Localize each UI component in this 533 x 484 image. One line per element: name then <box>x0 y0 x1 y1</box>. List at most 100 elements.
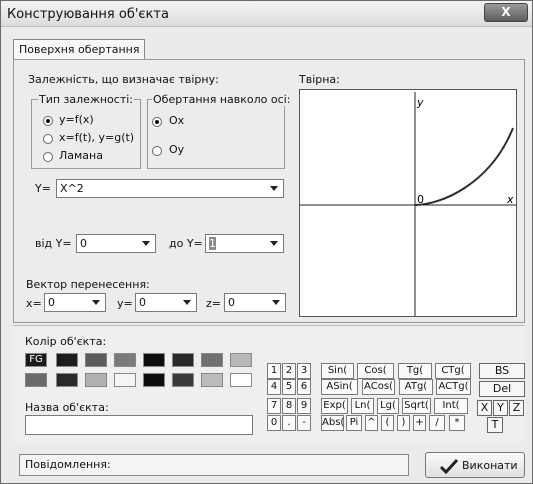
translation-x-combo[interactable]: 0 <box>44 293 106 312</box>
function-key[interactable]: * <box>449 415 465 431</box>
var-key-t[interactable]: T <box>487 417 503 433</box>
status-label: Повідомлення: <box>25 458 111 471</box>
digit-key[interactable]: 5 <box>282 379 296 395</box>
object-name-heading: Назва об'єкта: <box>25 401 109 414</box>
tab-surface-of-revolution[interactable]: Поверхня обертання <box>13 39 145 60</box>
digit-key[interactable]: 7 <box>267 398 281 414</box>
color-swatch[interactable] <box>114 373 136 387</box>
close-button[interactable]: X <box>484 3 528 22</box>
translation-y-combo[interactable]: 0 <box>135 293 197 312</box>
function-key[interactable]: Ln( <box>351 398 374 414</box>
color-swatch[interactable] <box>85 353 107 367</box>
function-key[interactable]: Sin( <box>321 363 354 379</box>
function-key[interactable]: Abs( <box>321 415 344 431</box>
radio-y-fx[interactable] <box>43 116 53 126</box>
status-box: Повідомлення: <box>19 454 409 476</box>
color-swatch[interactable] <box>230 353 252 367</box>
function-key[interactable]: Pi <box>346 415 362 431</box>
function-key[interactable]: Tg( <box>398 363 432 379</box>
digit-key[interactable]: 6 <box>297 379 311 395</box>
digit-key[interactable]: 1 <box>267 363 281 379</box>
function-key[interactable]: Lg( <box>377 398 399 414</box>
radio-axis-oy-label: Oy <box>169 143 185 156</box>
backspace-button[interactable]: BS <box>479 363 525 379</box>
check-icon <box>440 458 458 474</box>
chevron-down-icon[interactable] <box>180 295 195 310</box>
digit-key[interactable]: 8 <box>282 398 296 414</box>
digit-key[interactable]: 0 <box>267 415 281 431</box>
translation-x-value: 0 <box>48 296 55 309</box>
function-key[interactable]: ACos( <box>362 379 395 395</box>
function-key[interactable]: ATg( <box>399 379 433 395</box>
color-swatch[interactable] <box>230 373 252 387</box>
color-swatch[interactable] <box>114 353 136 367</box>
execute-label: Виконати <box>462 459 518 472</box>
function-key[interactable]: CTg( <box>435 363 471 379</box>
digit-key[interactable]: . <box>282 415 296 431</box>
generatrix-graph: y x 0 <box>299 89 517 317</box>
dialog-window: Конструювання об'єкта X Поверхня обертан… <box>0 0 533 484</box>
function-key[interactable]: ( <box>381 415 394 431</box>
color-swatch[interactable] <box>56 353 78 367</box>
chevron-down-icon[interactable] <box>89 295 104 310</box>
color-swatch[interactable] <box>85 373 107 387</box>
color-swatch[interactable] <box>201 353 223 367</box>
function-key[interactable]: Cos( <box>357 363 394 379</box>
radio-polyline-label: Ламана <box>59 149 103 162</box>
color-swatch[interactable] <box>143 373 165 387</box>
execute-button[interactable]: Виконати <box>425 452 525 478</box>
function-key[interactable]: / <box>429 415 445 431</box>
color-swatch[interactable] <box>172 353 194 367</box>
digit-key[interactable]: 3 <box>297 363 311 379</box>
to-y-label: до Y= <box>169 237 203 250</box>
color-swatch[interactable] <box>25 373 47 387</box>
graph-canvas: y x 0 <box>300 92 516 316</box>
var-key-z[interactable]: Z <box>509 400 524 416</box>
function-key[interactable]: ACTg( <box>436 379 471 395</box>
var-key-x[interactable]: X <box>477 400 492 416</box>
function-key[interactable]: Sqrt( <box>402 398 431 414</box>
var-key-y[interactable]: Y <box>493 400 508 416</box>
radio-parametric[interactable] <box>43 134 53 144</box>
digit-key[interactable]: 9 <box>297 398 311 414</box>
digit-key[interactable]: 2 <box>282 363 296 379</box>
function-key[interactable]: ) <box>397 415 410 431</box>
translation-y-label: y= <box>117 297 133 310</box>
digit-key[interactable]: - <box>297 415 311 431</box>
color-swatch[interactable] <box>143 353 165 367</box>
function-key[interactable]: + <box>413 415 426 431</box>
digit-key[interactable]: 4 <box>267 379 281 395</box>
fg-swatch[interactable]: FG <box>25 353 47 367</box>
window-title: Конструювання об'єкта <box>7 7 169 22</box>
chevron-down-icon[interactable] <box>269 295 284 310</box>
color-swatch[interactable] <box>201 373 223 387</box>
from-y-combo[interactable]: 0 <box>76 234 156 253</box>
function-key[interactable]: ^ <box>365 415 378 431</box>
object-name-input[interactable] <box>25 415 253 435</box>
function-key[interactable]: Int( <box>434 398 468 414</box>
dependency-type-legend: Тип залежності: <box>38 93 134 106</box>
function-key[interactable]: ASin( <box>321 379 358 395</box>
graph-origin-label: 0 <box>417 193 424 206</box>
generatrix-curve <box>414 127 514 206</box>
translation-x-label: x= <box>26 297 42 310</box>
color-swatch[interactable] <box>172 373 194 387</box>
rotation-axis-group <box>147 99 285 169</box>
chevron-down-icon[interactable] <box>267 181 282 196</box>
y-function-label: Y= <box>35 182 51 195</box>
radio-polyline[interactable] <box>43 152 53 162</box>
to-y-combo[interactable]: 1 <box>205 234 284 253</box>
translation-z-label: z= <box>206 297 221 310</box>
translation-z-combo[interactable]: 0 <box>224 293 286 312</box>
radio-axis-ox[interactable] <box>152 117 162 127</box>
from-y-label: від Y= <box>35 237 72 250</box>
chevron-down-icon[interactable] <box>267 236 282 251</box>
delete-button[interactable]: Del <box>479 381 525 397</box>
color-swatch[interactable] <box>56 373 78 387</box>
title-bar: Конструювання об'єкта X <box>1 1 532 27</box>
radio-axis-oy[interactable] <box>152 146 162 156</box>
function-key[interactable]: Exp( <box>321 398 348 414</box>
chevron-down-icon[interactable] <box>139 236 154 251</box>
color-heading: Колір об'єкта: <box>25 335 107 348</box>
y-function-combo[interactable]: X^2 <box>56 179 284 198</box>
